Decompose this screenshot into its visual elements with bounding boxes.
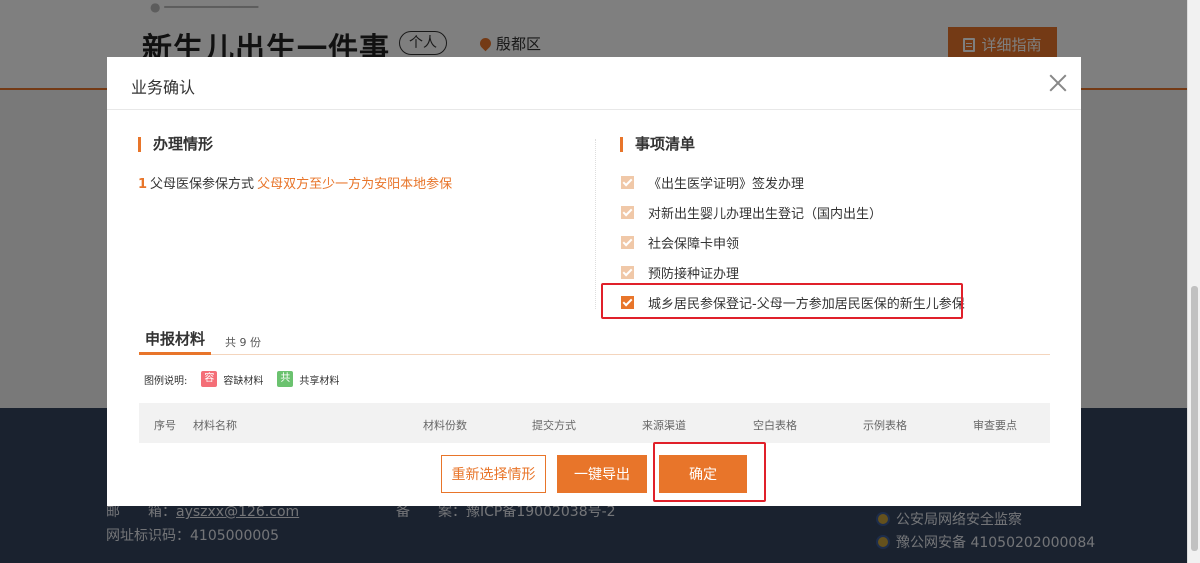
dialog-header: 业务确认 [107,57,1081,110]
materials-count: 共 9 份 [225,336,261,349]
checklist-item: 社会保障卡申领 [621,227,965,257]
checklist-item: 《出生医学证明》签发办理 [621,167,965,197]
item-checklist: 《出生医学证明》签发办理 对新出生婴儿办理出生登记（国内出生） 社会保障卡申领 … [621,167,965,317]
column-header-review-points: 审查要点 [973,419,1017,432]
checklist-item-label: 对新出生婴儿办理出生登记（国内出生） [648,206,883,222]
column-header-name: 材料名称 [193,419,237,432]
checkbox-disabled-checked [621,265,634,279]
materials-table-header: 序号 材料名称 材料份数 提交方式 来源渠道 空白表格 示例表格 审查要点 [139,403,1050,443]
reselect-situation-button[interactable]: 重新选择情形 [441,455,546,493]
column-header-index: 序号 [154,419,176,432]
tab-materials[interactable]: 申报材料 [139,327,212,355]
items-title: 事项清单 [620,137,695,152]
section-divider [595,139,596,309]
checklist-item-label: 预防接种证办理 [648,266,740,282]
close-icon[interactable] [1047,72,1069,94]
checklist-item-label: 城乡居民参保登记-父母一方参加居民医保的新生儿参保 [648,296,965,312]
checkbox-disabled-checked [621,175,634,189]
column-header-sample-form: 示例表格 [863,419,907,432]
situation-answer: 父母双方至少一方为安阳本地参保 [257,177,453,192]
column-header-source: 来源渠道 [642,419,686,432]
missing-material-badge: 容 [201,371,218,387]
dialog-title: 业务确认 [131,78,196,97]
situation-question: 父母医保参保方式 [150,177,255,192]
materials-tabs: 申报材料 共 9 份 [139,327,1050,355]
legend: 图例说明: 容 容缺材料 共 共享材料 [144,371,339,387]
confirm-button[interactable]: 确定 [659,455,747,493]
checklist-item-label: 社会保障卡申领 [648,236,740,252]
legend-missing-label: 容缺材料 [223,375,264,387]
situation-answer-row: 1 父母医保参保方式 父母双方至少一方为安阳本地参保 [138,173,452,192]
business-confirm-dialog: 业务确认 办理情形 1 父母医保参保方式 父母双方至少一方为安阳本地参保 事项清单 … [107,57,1081,506]
checkbox-disabled-checked [621,205,634,219]
page-scrollbar[interactable] [1187,0,1200,563]
situation-title: 办理情形 [138,137,213,152]
situation-index: 1 [138,177,148,192]
shared-material-badge: 共 [277,371,294,387]
legend-shared-label: 共享材料 [299,375,340,387]
checklist-item: 对新出生婴儿办理出生登记（国内出生） [621,197,965,227]
checklist-item-label: 《出生医学证明》签发办理 [648,176,805,192]
column-header-copies: 材料份数 [423,419,467,432]
column-header-submit-method: 提交方式 [532,419,576,432]
checklist-item-insurance[interactable]: 城乡居民参保登记-父母一方参加居民医保的新生儿参保 [621,287,965,317]
scrollbar-thumb[interactable] [1191,286,1198,551]
export-all-button[interactable]: 一键导出 [557,455,647,493]
legend-label: 图例说明: [144,375,188,387]
checkbox-checked[interactable] [621,295,634,309]
column-header-blank-form: 空白表格 [753,419,797,432]
checkbox-disabled-checked [621,235,634,249]
checklist-item: 预防接种证办理 [621,257,965,287]
